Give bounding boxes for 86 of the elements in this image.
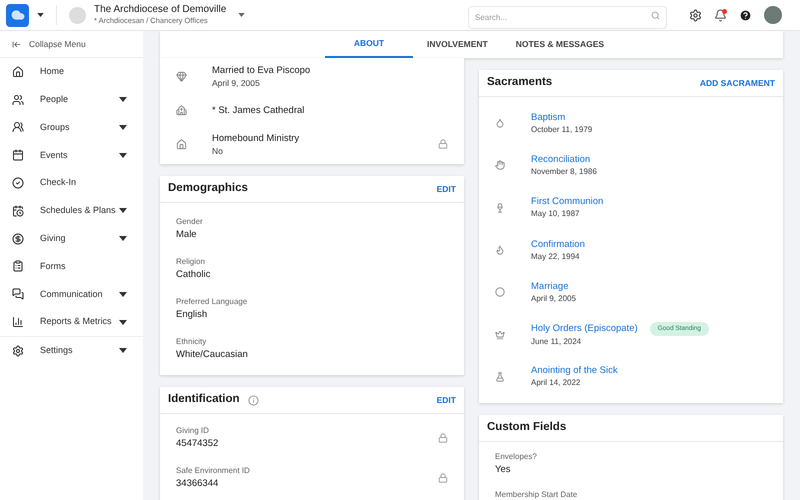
sidebar-item[interactable]: Reports & Metrics (0, 308, 143, 336)
sacrament-link[interactable]: First Communion (531, 195, 604, 208)
card-action-link[interactable]: EDIT (436, 394, 456, 406)
search-icon (651, 10, 660, 20)
sacrament-date: April 9, 2005 (531, 292, 576, 305)
field-label: Preferred Language (176, 296, 248, 308)
tab[interactable]: NOTES & MESSAGES (502, 31, 618, 58)
field-label: Envelopes? (495, 451, 538, 464)
settings-icon (12, 344, 24, 357)
sidebar-item[interactable]: Settings (0, 336, 143, 365)
calendar-clock-icon (12, 204, 24, 217)
calendar-icon (12, 149, 24, 162)
people-icon (12, 94, 24, 106)
notification-bell-icon[interactable] (714, 8, 727, 22)
field-label: Gender (176, 216, 204, 228)
flask-icon (495, 372, 505, 382)
droplet-icon (495, 118, 505, 128)
item-detail: No (212, 144, 224, 156)
field-value: 45474352 (176, 437, 220, 451)
sacrament-link[interactable]: Holy Orders (Episcopate) (531, 322, 638, 336)
card-title: Demographics (168, 181, 248, 196)
field-label: Giving ID (176, 425, 210, 437)
sidebar-item[interactable]: People (0, 86, 143, 114)
sidebar-item[interactable]: Check-In (0, 169, 143, 197)
org-avatar (69, 6, 86, 24)
sacrament-date: April 14, 2022 (531, 377, 582, 390)
sidebar-item[interactable]: Giving (0, 224, 143, 253)
search-field[interactable]: Search... (468, 6, 667, 28)
group-icon (12, 121, 24, 134)
collapse-menu-button[interactable]: Collapse Menu (0, 31, 143, 58)
sacrament-link[interactable]: Marriage (531, 280, 568, 293)
sacrament-date: June 11, 2024 (531, 336, 582, 348)
item-detail: April 9, 2005 (212, 76, 261, 88)
chat-icon (12, 288, 24, 300)
sidebar-item[interactable]: Groups (0, 114, 143, 142)
dollar-icon (12, 232, 24, 245)
card-title: Identification (168, 392, 240, 408)
item-title: Married to Eva Piscopo (212, 64, 312, 76)
chalice-icon (495, 202, 505, 213)
app-logo-icon[interactable] (6, 4, 29, 26)
field-value: Male (176, 228, 198, 242)
item-title: Homebound Ministry (212, 132, 300, 144)
flame-icon (495, 245, 505, 256)
sidebar-item[interactable]: Home (0, 58, 143, 86)
home-icon (12, 66, 24, 78)
card-action-link[interactable]: EDIT (436, 182, 456, 196)
sidebar-item[interactable]: Events (0, 141, 143, 170)
field-label: Safe Environment ID (176, 465, 251, 477)
clipboard-icon (12, 260, 24, 272)
field-label: Membership Start Date (495, 489, 578, 500)
sidebar-item[interactable]: Communication (0, 280, 143, 308)
field-value: Yes (495, 463, 512, 478)
sacrament-link[interactable]: Confirmation (531, 238, 585, 251)
settings-icon[interactable] (689, 8, 702, 22)
field-value: English (176, 308, 208, 322)
tab[interactable]: INVOLVEMENT (412, 31, 502, 58)
check-circle-icon (12, 177, 24, 190)
house-icon (176, 138, 187, 150)
sidebar-item[interactable]: Schedules & Plans (0, 196, 143, 225)
caret-icon[interactable] (238, 13, 246, 17)
item-title: * St. James Cathedral (212, 104, 306, 116)
card-action-link[interactable]: ADD SACRAMENT (700, 76, 775, 90)
church-icon (176, 104, 187, 116)
card-title: Sacraments (487, 75, 552, 90)
field-label: Religion (176, 256, 206, 268)
org-name: The Archdiocese of Demoville (94, 4, 226, 16)
sacrament-link[interactable]: Reconciliation (531, 152, 590, 166)
sacrament-link[interactable]: Anointing of the Sick (531, 364, 618, 378)
field-value: 34366344 (176, 477, 220, 491)
bar-chart-icon (12, 316, 24, 328)
sacrament-date: May 22, 1994 (531, 250, 580, 263)
card-title: Custom Fields (487, 420, 566, 436)
sacrament-date: November 8, 1986 (531, 166, 597, 178)
sacrament-date: October 11, 1979 (531, 124, 592, 136)
caret-icon[interactable] (37, 13, 44, 17)
sacrament-date: May 10, 1987 (531, 208, 580, 220)
sidebar-item[interactable]: Forms (0, 252, 143, 280)
field-value: Catholic (176, 268, 212, 282)
field-label: Ethnicity (176, 336, 208, 348)
help-icon[interactable] (739, 8, 752, 22)
user-avatar[interactable] (764, 6, 782, 24)
collapse-icon (12, 40, 21, 48)
hand-icon (495, 160, 505, 170)
field-value: White/Caucasian (176, 348, 249, 362)
info-icon[interactable] (248, 394, 259, 406)
sacrament-link[interactable]: Baptism (531, 110, 566, 124)
